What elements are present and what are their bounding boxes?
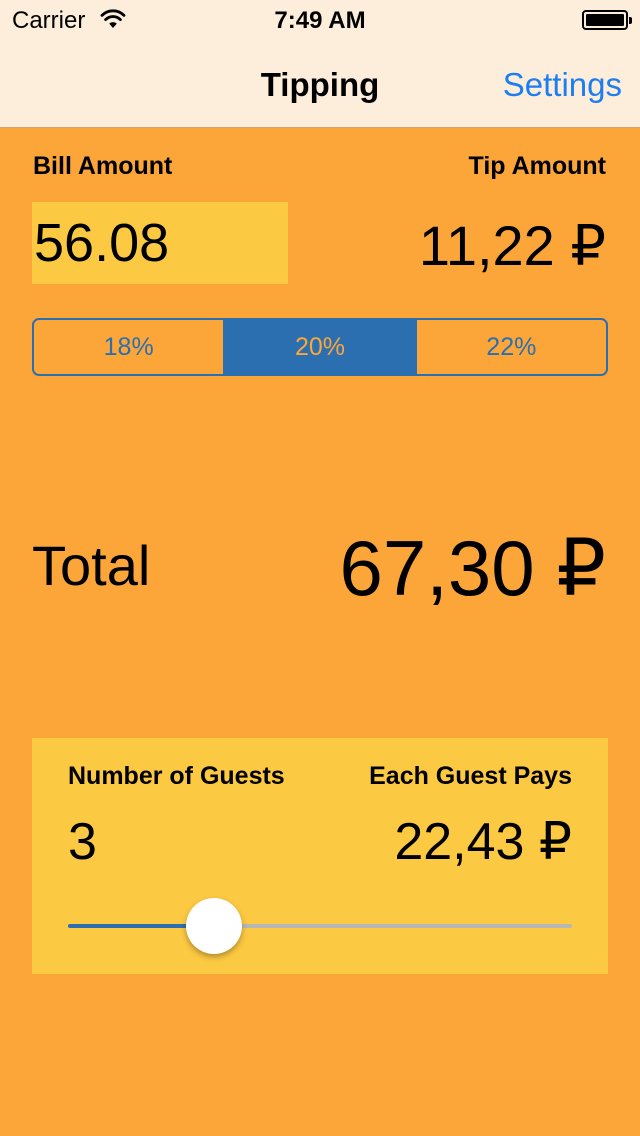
- guests-slider[interactable]: [68, 898, 572, 954]
- slider-thumb[interactable]: [186, 898, 243, 954]
- tip-option-18[interactable]: 18%: [34, 320, 223, 374]
- tip-option-22[interactable]: 22%: [414, 320, 606, 374]
- status-time: 7:49 AM: [274, 7, 366, 34]
- settings-button[interactable]: Settings: [503, 66, 622, 104]
- each-guest-pays-value: 22,43 ₽: [394, 813, 572, 871]
- total-value: 67,30 ₽: [339, 524, 607, 612]
- total-label: Total: [32, 534, 151, 597]
- tip-option-20[interactable]: 20%: [223, 320, 415, 374]
- bill-amount-label: Bill Amount: [33, 152, 173, 180]
- number-of-guests-value: 3: [68, 813, 97, 871]
- tip-amount-label: Tip Amount: [468, 152, 606, 180]
- bill-amount-input[interactable]: [32, 202, 288, 284]
- number-of-guests-label: Number of Guests: [68, 762, 285, 790]
- navigation-bar: Tipping Settings: [0, 40, 640, 128]
- tip-amount-value: 11,22 ₽: [418, 214, 606, 277]
- tip-percent-segmented-control: 18% 20% 22%: [32, 318, 608, 376]
- status-bar: Carrier 7:49 AM: [0, 0, 640, 40]
- each-guest-pays-label: Each Guest Pays: [369, 762, 572, 790]
- guest-split-panel: Number of Guests Each Guest Pays 3 22,43…: [32, 738, 608, 974]
- battery-icon: [582, 10, 632, 30]
